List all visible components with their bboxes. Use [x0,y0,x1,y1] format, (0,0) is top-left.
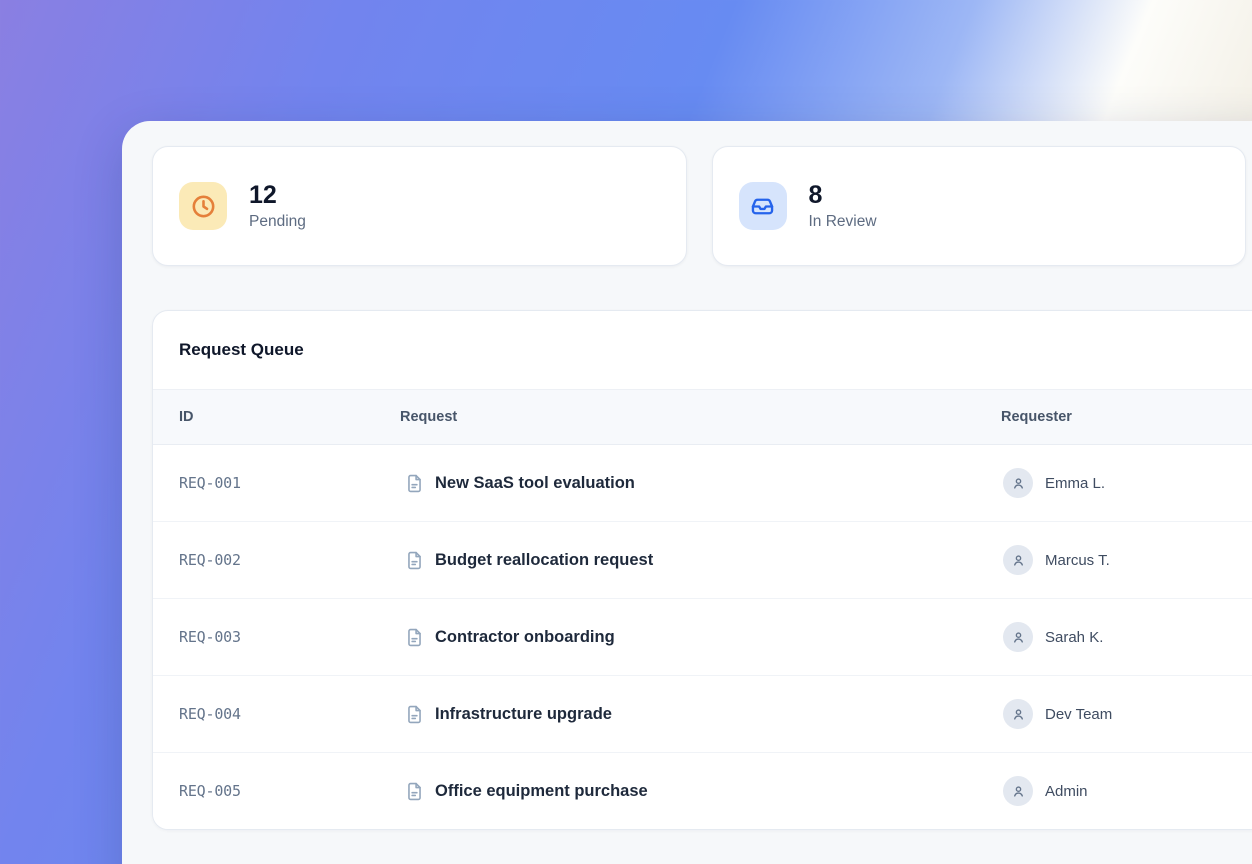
request-cell: Infrastructure upgrade [400,705,1001,724]
stat-value-in-review: 8 [809,181,877,210]
request-cell: Contractor onboarding [400,628,1001,647]
requester-cell: Admin [1001,776,1252,806]
request-id: REQ-005 [153,782,400,800]
requester-name: Dev Team [1045,706,1112,723]
request-title: Contractor onboarding [435,628,615,647]
requester-cell: Emma L. [1001,468,1252,498]
request-id: REQ-003 [153,628,400,646]
stat-card-pending: 12 Pending [152,146,687,266]
column-header-request: Request [400,409,1001,425]
document-icon [405,474,424,493]
document-icon [405,551,424,570]
table-row[interactable]: REQ-005 Office equipment purchase Admin [153,753,1252,829]
table-row[interactable]: REQ-002 Budget reallocation request Marc… [153,522,1252,599]
stat-text: 8 In Review [809,181,877,231]
table-row[interactable]: REQ-003 Contractor onboarding Sarah K. [153,599,1252,676]
clock-icon [179,182,227,230]
requester-name: Sarah K. [1045,629,1103,646]
document-icon [405,628,424,647]
stat-value-pending: 12 [249,181,306,210]
requester-cell: Marcus T. [1001,545,1252,575]
stats-row: 12 Pending 8 In Review [152,146,1246,266]
requester-name: Emma L. [1045,475,1105,492]
table-body: REQ-001 New SaaS tool evaluation Emma L. [153,445,1252,829]
request-id: REQ-001 [153,474,400,492]
requester-cell: Sarah K. [1001,622,1252,652]
request-cell: Budget reallocation request [400,551,1001,570]
content-panel: 12 Pending 8 In Review Request Queue ID … [122,121,1252,864]
requester-name: Marcus T. [1045,552,1110,569]
stat-label-pending: Pending [249,213,306,231]
stat-label-in-review: In Review [809,213,877,231]
column-header-id: ID [153,409,400,425]
document-icon [405,705,424,724]
request-cell: Office equipment purchase [400,782,1001,801]
request-title: Office equipment purchase [435,782,648,801]
column-header-requester: Requester [1001,409,1252,425]
requester-name: Admin [1045,783,1088,800]
stat-card-in-review: 8 In Review [712,146,1247,266]
request-id: REQ-004 [153,705,400,723]
avatar [1003,622,1033,652]
avatar [1003,699,1033,729]
request-queue-card: Request Queue ID Request Requester REQ-0… [152,310,1252,830]
request-title: New SaaS tool evaluation [435,474,635,493]
avatar [1003,468,1033,498]
avatar [1003,776,1033,806]
avatar [1003,545,1033,575]
request-id: REQ-002 [153,551,400,569]
requester-cell: Dev Team [1001,699,1252,729]
request-queue-title: Request Queue [153,311,1252,390]
document-icon [405,782,424,801]
stat-text: 12 Pending [249,181,306,231]
inbox-icon [739,182,787,230]
table-row[interactable]: REQ-004 Infrastructure upgrade Dev Team [153,676,1252,753]
request-title: Budget reallocation request [435,551,653,570]
table-header-row: ID Request Requester [153,390,1252,445]
request-title: Infrastructure upgrade [435,705,612,724]
table-row[interactable]: REQ-001 New SaaS tool evaluation Emma L. [153,445,1252,522]
request-cell: New SaaS tool evaluation [400,474,1001,493]
